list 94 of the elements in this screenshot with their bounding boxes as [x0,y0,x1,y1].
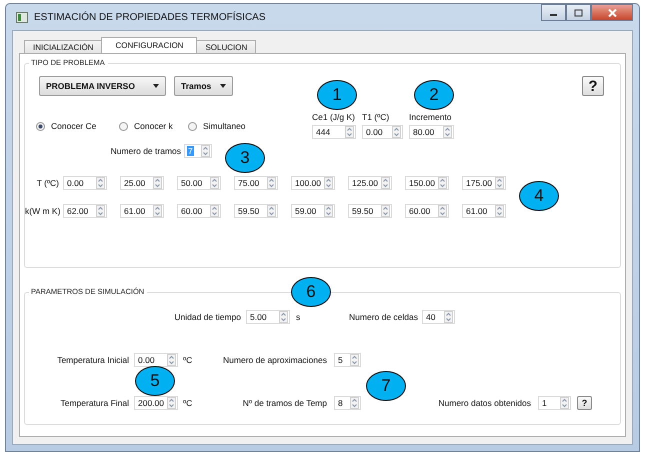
spinner-arrows-icon[interactable] [324,205,333,217]
close-icon [608,8,616,16]
dropdown[interactable]: Tramos [174,76,233,96]
spin-box[interactable]: 60.00 [405,204,449,218]
spin-box[interactable]: 5.00 [246,310,290,324]
spin-box[interactable]: 80.00 [409,125,454,139]
unit-label: s [296,312,302,322]
field-label: T1 (ºC) [362,112,390,122]
spinner-arrows-icon[interactable] [381,205,390,217]
spin-box[interactable]: 100.00 [291,176,335,190]
spin-box[interactable]: 59.50 [234,204,278,218]
spinner-arrows-icon[interactable] [96,177,105,189]
spinner-arrows-icon[interactable] [560,397,569,409]
close-button[interactable] [591,4,633,21]
radio-button[interactable] [119,122,128,130]
spinner-arrows-icon[interactable] [495,205,504,217]
row-label: k(W m K) [25,206,59,216]
unit-label: ºC [183,398,194,408]
field-label: Unidad de tiempo [173,312,241,322]
spinner-arrows-icon[interactable] [438,177,447,189]
spinner-arrows-icon[interactable] [167,397,176,409]
dropdown[interactable]: PROBLEMA INVERSO [39,76,166,96]
field-label: Temperatura Inicial [56,355,129,365]
row-label: T (ºC) [36,178,59,188]
spinner-arrows-icon[interactable] [267,177,276,189]
field-label: Temperatura Final [59,398,129,408]
radio-label: Simultaneo [203,121,246,131]
spinner-arrows-icon[interactable] [495,177,504,189]
field-label: Numero datos obtenidos [437,398,531,408]
caret-icon [220,84,226,88]
spinner-arrows-icon[interactable] [324,177,333,189]
spin-box[interactable]: 444 [312,125,356,139]
spinner-arrows-icon[interactable] [350,397,359,409]
spin-box[interactable]: 1 [538,396,571,410]
spinner-arrows-icon[interactable] [210,205,219,217]
field-label: Incremento [409,112,453,122]
radio-label: Conocer Ce [51,121,96,131]
radio-option[interactable]: Conocer Ce [36,121,119,131]
spin-box[interactable]: 59.00 [291,204,335,218]
spin-box[interactable]: 200.00 [134,396,178,410]
spinner-arrows-icon[interactable] [153,177,162,189]
spinner-arrows-icon[interactable] [96,205,105,217]
spin-box[interactable]: 175.00 [462,176,506,190]
radio-label: Conocer k [134,121,173,131]
spinner-arrows-icon[interactable] [201,145,210,157]
radio-option[interactable]: Simultaneo [188,121,246,131]
tab[interactable]: CONFIGURACION [101,37,198,53]
spin-box[interactable]: 150.00 [405,176,449,190]
spin-box[interactable]: 59.50 [348,204,392,218]
spinner-arrows-icon[interactable] [381,177,390,189]
spin-box[interactable]: 0.00 [362,125,403,139]
spin-box[interactable]: 50.00 [177,176,221,190]
field-label: Ce1 (J/g K) [312,112,356,122]
spin-box[interactable]: 62.00 [63,204,107,218]
tab[interactable]: INICIALIZACIÓN [24,40,102,53]
field-label: Numero de tramos [110,146,181,156]
spin-box[interactable]: 0.00 [134,353,178,367]
minimize-button[interactable] [541,4,566,21]
spin-box[interactable]: 75.00 [234,176,278,190]
spin-box[interactable]: 8 [334,396,361,410]
field-label: Numero de aproximaciones [223,355,327,365]
spinner-arrows-icon[interactable] [443,126,452,138]
app-icon [16,12,28,22]
window-title: ESTIMACIÓN DE PROPIEDADES TERMOFÍSICAS [34,12,266,22]
spin-box[interactable]: 5 [334,353,361,367]
spinner-arrows-icon[interactable] [167,354,176,366]
caret-icon [153,84,159,88]
spin-box[interactable]: 40 [422,310,455,324]
radio-button[interactable] [188,122,197,130]
radio-option[interactable]: Conocer k [119,121,188,131]
spin-box[interactable]: 0.00 [63,176,107,190]
spinner-arrows-icon[interactable] [267,205,276,217]
spinner-arrows-icon[interactable] [345,126,354,138]
spin-box[interactable]: 61.00 [462,204,506,218]
help-button[interactable]: ? [577,396,592,410]
field-label: Nº de tramos de Temp [242,398,327,408]
radio-button[interactable] [36,122,45,130]
spin-box[interactable]: 25.00 [120,176,164,190]
tab[interactable]: SOLUCION [196,40,256,53]
spinner-arrows-icon[interactable] [210,177,219,189]
spinner-arrows-icon[interactable] [392,126,401,138]
spinner-arrows-icon[interactable] [438,205,447,217]
unit-label: ºC [183,355,194,365]
spinner-arrows-icon[interactable] [153,205,162,217]
field-label: Numero de celdas [348,312,418,322]
spinner-arrows-icon[interactable] [350,354,359,366]
spinner-arrows-icon[interactable] [444,311,453,323]
spin-box[interactable]: 60.00 [177,204,221,218]
help-button[interactable]: ? [582,76,604,96]
maximize-button[interactable] [566,4,591,21]
spinner-arrows-icon[interactable] [279,311,288,323]
spin-box[interactable]: 125.00 [348,176,392,190]
spin-box[interactable]: 61.00 [120,204,164,218]
maximize-icon [574,8,583,16]
